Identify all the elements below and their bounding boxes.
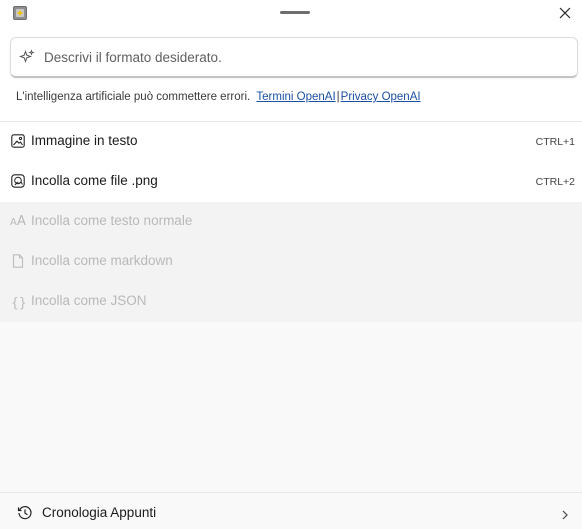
history-label: Cronologia Appunti [42, 505, 157, 520]
braces-icon: {} [11, 294, 27, 311]
drag-handle[interactable] [280, 11, 310, 14]
privacy-link[interactable]: Privacy OpenAI [341, 91, 421, 103]
option-image-to-text[interactable]: Immagine in testo CTRL+1 [0, 122, 582, 162]
clipboard-history-button[interactable]: Cronologia Appunti [0, 493, 582, 529]
close-icon [559, 7, 571, 19]
option-label: Incolla come file .png [31, 173, 158, 188]
shortcut-label: CTRL+2 [535, 176, 575, 188]
disclaimer: L'intelligenza artificiale può commetter… [16, 91, 421, 103]
title-bar [0, 0, 582, 28]
option-paste-as-png[interactable]: Incolla come file .png CTRL+2 [0, 162, 582, 202]
text-format-icon: A A [10, 213, 28, 229]
svg-text:{}: {} [11, 296, 25, 310]
disclaimer-text: L'intelligenza artificiale può commetter… [16, 91, 251, 103]
image-file-icon [11, 174, 25, 188]
option-label: Incolla come JSON [31, 293, 147, 308]
option-label: Incolla come testo normale [31, 213, 193, 228]
svg-text:A: A [10, 217, 17, 227]
history-icon [17, 505, 33, 521]
option-paste-as-plain-text: A A Incolla come testo normale [0, 202, 582, 242]
document-icon [11, 254, 25, 268]
shortcut-label: CTRL+1 [535, 136, 575, 148]
sparkle-icon [18, 49, 35, 65]
close-button[interactable] [555, 3, 575, 23]
chevron-right-icon [561, 507, 569, 520]
format-prompt-input[interactable] [44, 46, 564, 68]
option-paste-as-json: {} Incolla come JSON [0, 282, 582, 322]
option-label: Incolla come markdown [31, 253, 173, 268]
terms-link[interactable]: Termini OpenAI [256, 91, 335, 103]
image-icon [11, 134, 25, 148]
link-separator: | [336, 91, 340, 103]
app-icon [13, 6, 27, 20]
prompt-box[interactable] [10, 37, 578, 78]
option-label: Immagine in testo [31, 133, 138, 148]
svg-text:A: A [17, 214, 26, 227]
option-paste-as-markdown: Incolla come markdown [0, 242, 582, 282]
